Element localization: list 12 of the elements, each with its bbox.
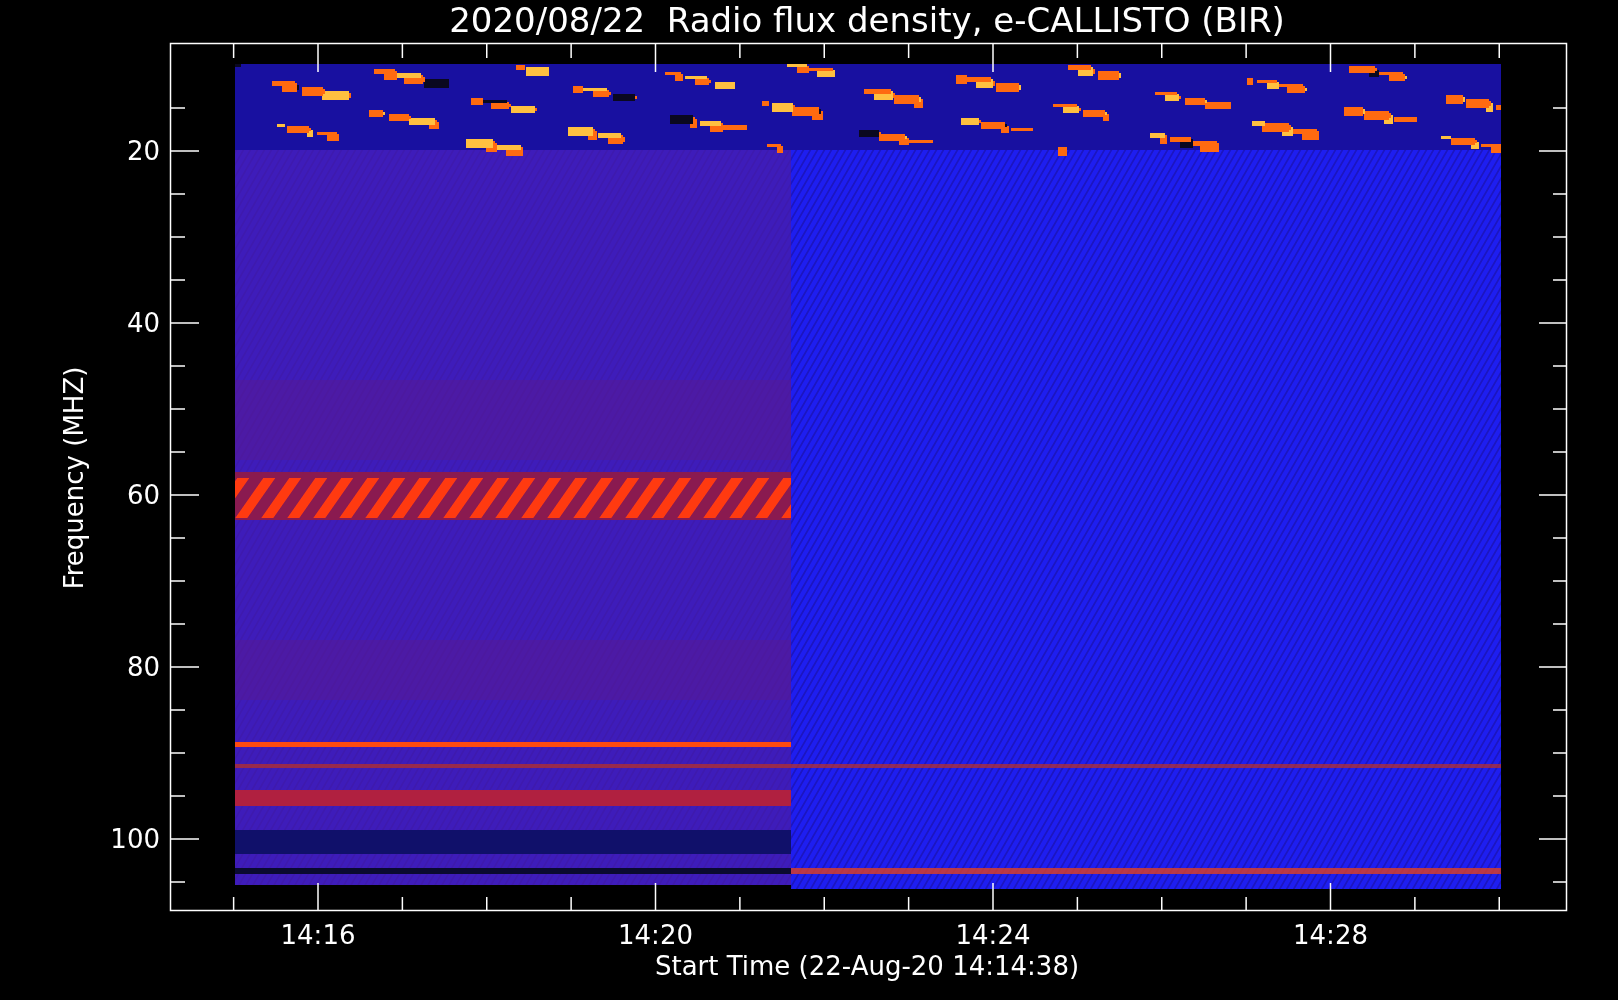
plot-title: 2020/08/22 Radio flux density, e-CALLISTO (BIR)	[449, 0, 1285, 40]
tick-label: 14:20	[618, 920, 693, 950]
tick-label: 14:28	[1293, 920, 1368, 950]
tick-label: 100	[110, 824, 160, 854]
tick-label: 14:16	[280, 920, 356, 950]
axis-label: Frequency (MHZ)	[59, 366, 89, 590]
tick-label: 80	[126, 652, 160, 682]
tick-label: 60	[126, 480, 160, 510]
axis-label: Start Time (22-Aug-20 14:14:38)	[654, 951, 1080, 981]
tick-label: 20	[126, 136, 160, 166]
tick-label: 40	[126, 308, 160, 338]
tick-label: 14:24	[955, 920, 1031, 950]
